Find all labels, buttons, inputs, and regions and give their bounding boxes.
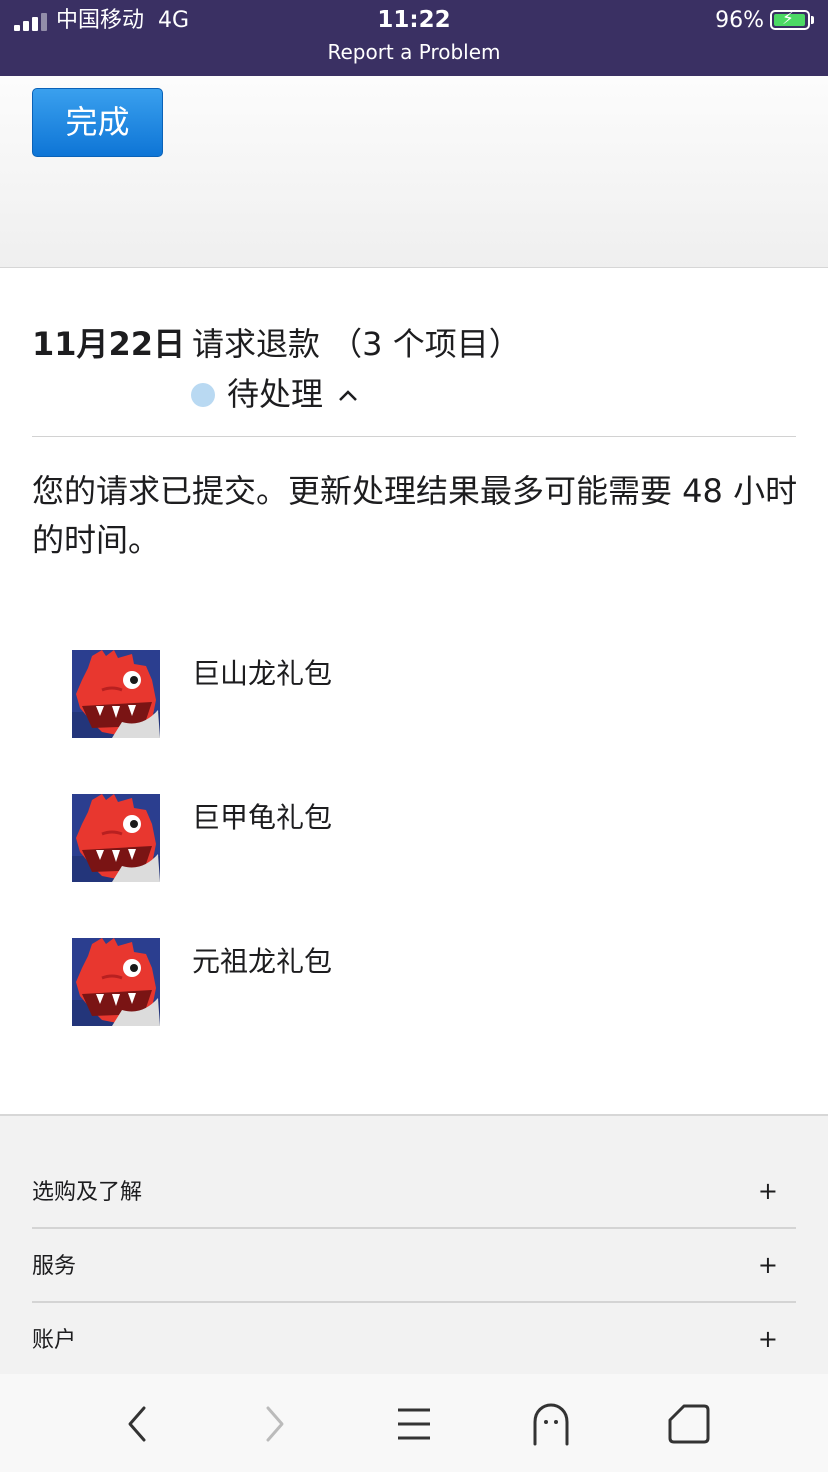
divider	[32, 436, 796, 437]
chevron-up-icon[interactable]	[338, 380, 358, 412]
footer-item-label: 服务	[32, 1254, 77, 1279]
request-date: 11月22日	[32, 325, 186, 363]
footer-item-account[interactable]: 账户 +	[32, 1304, 796, 1378]
divider	[32, 1301, 796, 1303]
item-name: 元祖龙礼包	[192, 945, 333, 978]
dragon-app-icon	[72, 938, 160, 1026]
divider	[32, 1227, 796, 1229]
battery-charging-icon: ⚡	[770, 9, 810, 30]
footer-item-shop-and-learn[interactable]: 选购及了解 +	[32, 1156, 796, 1230]
expand-plus-icon[interactable]: +	[758, 1322, 778, 1356]
ghost-icon[interactable]	[527, 1400, 575, 1448]
menu-icon[interactable]	[390, 1400, 438, 1448]
browser-toolbar	[0, 1374, 828, 1472]
back-icon[interactable]	[114, 1400, 162, 1448]
done-button[interactable]: 完成	[32, 88, 163, 157]
page-title: Report a Problem	[327, 40, 501, 64]
item-name: 巨甲龟礼包	[192, 801, 333, 834]
expand-plus-icon[interactable]: +	[758, 1248, 778, 1282]
request-title: 请求退款 （3 个项目）	[192, 325, 521, 363]
footer-item-services[interactable]: 服务 +	[32, 1230, 796, 1304]
header-bar: 完成	[0, 76, 828, 268]
battery-cap	[811, 16, 814, 24]
request-status[interactable]: 待处理	[227, 372, 323, 416]
status-time: 11:22	[377, 7, 451, 33]
forward-icon[interactable]	[250, 1400, 298, 1448]
request-message: 您的请求已提交。更新处理结果最多可能需要 48 小时的时间。	[32, 472, 798, 559]
dragon-app-icon	[72, 650, 160, 738]
battery-percent: 96%	[715, 8, 764, 33]
expand-plus-icon[interactable]: +	[758, 1174, 778, 1208]
footer-item-label: 选购及了解	[32, 1180, 143, 1205]
dragon-app-icon	[72, 794, 160, 882]
home-icon[interactable]	[664, 1400, 712, 1448]
footer-item-label: 账户	[32, 1328, 77, 1353]
item-name: 巨山龙礼包	[192, 657, 333, 690]
status-bar: 中国移动 4G 11:22 96% ⚡ Report a Problem	[0, 0, 828, 76]
status-dot-icon	[191, 383, 215, 407]
